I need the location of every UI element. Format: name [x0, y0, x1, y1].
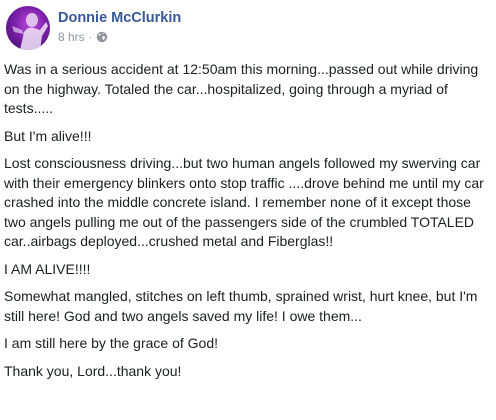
meta-separator: ·: [88, 31, 93, 43]
post-paragraph: But I'm alive!!!: [4, 127, 92, 144]
post-paragraph: Somewhat mangled, stitches on left thumb…: [4, 288, 478, 324]
post-paragraph: Lost consciousness driving...but two hum…: [4, 155, 484, 249]
post-paragraph: I am still here by the grace of God!: [4, 335, 218, 351]
post-header: Donnie McClurkin 8 hrs ·: [6, 6, 486, 50]
profile-avatar-icon: [12, 13, 48, 50]
post-paragraph: Thank you, Lord...thank you!: [4, 362, 182, 379]
avatar[interactable]: [6, 6, 50, 50]
post-timestamp[interactable]: 8 hrs: [58, 30, 85, 44]
post-body: Was in a serious accident at 12:50am thi…: [4, 60, 492, 389]
author-name[interactable]: Donnie McClurkin: [58, 10, 181, 26]
post-meta: 8 hrs ·: [58, 30, 108, 44]
post-paragraph: I AM ALIVE!!!!: [4, 260, 91, 277]
facebook-post: Donnie McClurkin 8 hrs · Was in a seriou…: [0, 0, 496, 420]
post-paragraph: Was in a serious accident at 12:50am thi…: [4, 61, 479, 116]
globe-icon[interactable]: [96, 31, 108, 43]
